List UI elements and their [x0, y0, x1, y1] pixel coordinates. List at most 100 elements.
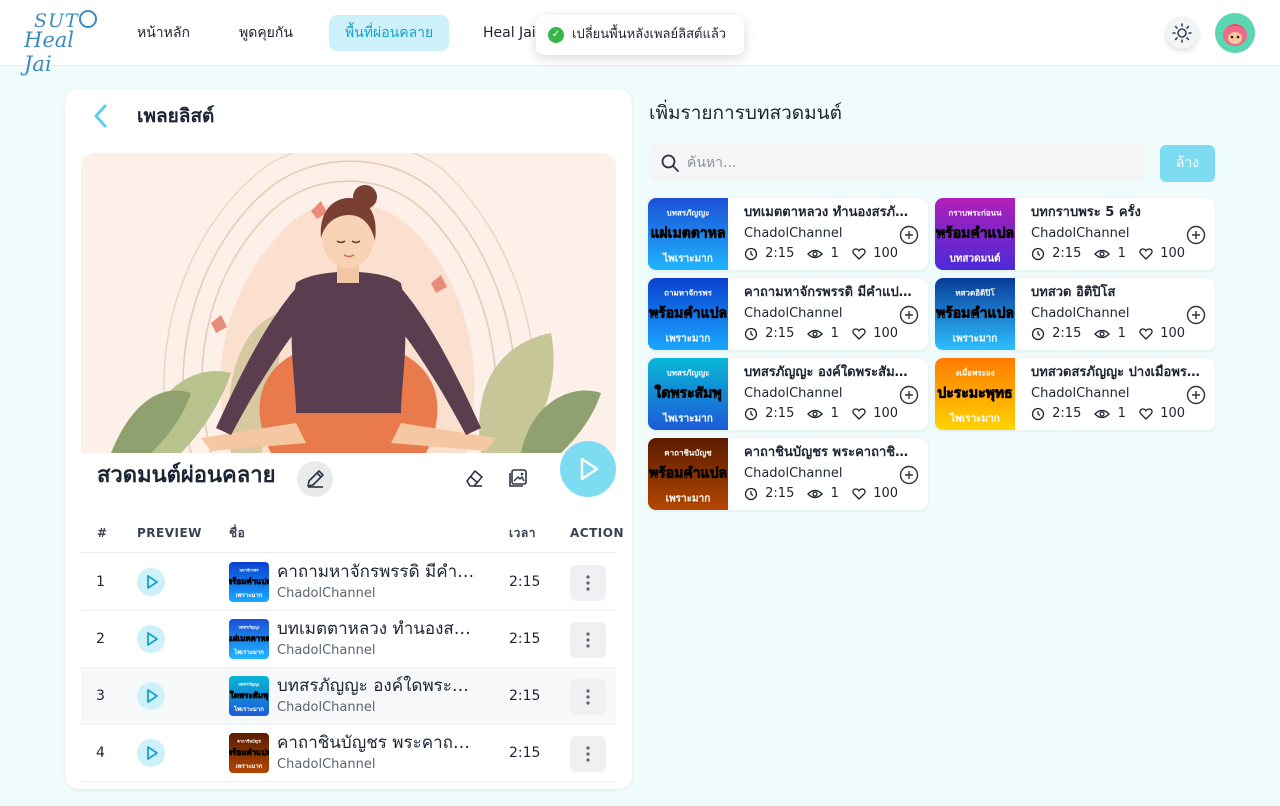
like-count: 100 — [873, 406, 899, 421]
add-to-playlist-icon[interactable] — [1186, 225, 1206, 245]
chant-card[interactable]: ถามหาจักรพร (พร้อมคำแปล) เพราะมาก คาถามห… — [648, 278, 928, 350]
chant-channel: ChadolChannel — [1031, 226, 1130, 241]
thumbnail-caption: เพราะมาก — [236, 592, 263, 599]
col-action: ACTION — [570, 526, 624, 540]
like-count: 100 — [873, 246, 899, 261]
thumbnail-caption: เพราะมาก — [666, 493, 711, 504]
view-count: 1 — [830, 406, 839, 421]
row-number: 1 — [96, 574, 105, 590]
more-vertical-icon — [586, 689, 590, 705]
avatar-character-icon — [1215, 13, 1255, 53]
thumbnail-caption: ไพเราะมาก — [233, 705, 264, 713]
table-row[interactable]: 2 บทสรภัญญะ แผ่เมตตาหล ไพเราะมาก บทเมตตา… — [81, 611, 616, 668]
thumbnail-caption: ทสวดอิติปิโ — [955, 287, 995, 297]
thumbnail-caption: แผ่เมตตาหล — [229, 634, 269, 643]
more-vertical-icon — [586, 632, 590, 648]
success-toast: ✓ เปลี่ยนพื้นหลังเพลย์ลิสต์แล้ว — [536, 15, 744, 55]
edit-name-button[interactable] — [297, 461, 333, 497]
eye-icon — [807, 407, 824, 421]
preview-play-button[interactable] — [137, 568, 165, 596]
chant-card[interactable]: ทสวดอิติปิโ (พร้อมคำแปล) เพราะมาก บทสวด … — [935, 278, 1215, 350]
chant-stats: 2:15 1 100 — [1031, 405, 1185, 424]
chant-duration: 2:15 — [765, 326, 795, 341]
add-to-playlist-icon[interactable] — [899, 385, 919, 405]
add-to-playlist-icon[interactable] — [899, 465, 919, 485]
row-number: 3 — [96, 688, 105, 704]
check-circle-icon: ✓ — [548, 27, 564, 43]
sut-heal-jai-logo[interactable]: SUT Heal Jai — [24, 8, 100, 76]
theme-toggle-button[interactable] — [1166, 17, 1198, 49]
chant-channel: ChadolChannel — [1031, 306, 1130, 321]
table-row[interactable]: 1 มหาจักรพร (พร้อมคำแปล) เพราะมาก คาถามห… — [81, 554, 616, 611]
add-chants-title: เพิ่มรายการบทสวดมนต์ — [649, 102, 842, 124]
chant-duration: 2:15 — [509, 688, 541, 704]
user-avatar[interactable] — [1215, 13, 1255, 53]
chant-title: บทสรภัญญะ องค์ใดพระสัมพุทธ — [744, 365, 916, 380]
chant-channel: ChadolChannel — [277, 757, 376, 772]
chant-card[interactable]: คาถาชินบัญช (พร้อมคำแปล) เพราะมาก คาถาชิ… — [648, 438, 928, 510]
thumbnail-caption: (พร้อมคำแปล) — [229, 747, 269, 757]
table-row[interactable]: 4 คาถาชินบัญช (พร้อมคำแปล) เพราะมาก คาถา… — [81, 725, 616, 782]
eraser-icon[interactable] — [463, 467, 485, 489]
chant-stats: 2:15 1 100 — [744, 245, 898, 264]
nav-home[interactable]: หน้าหลัก — [121, 15, 206, 51]
sun-icon — [1172, 23, 1192, 43]
thumbnail-caption: ไพเราะมาก — [949, 411, 1000, 424]
preview-play-button[interactable] — [137, 739, 165, 767]
col-num: # — [97, 526, 108, 540]
playlist-panel: เพลยลิสต์ สวดมนต์ผ่อนคลาย # PREVIEW ชื่อ… — [65, 89, 632, 789]
chant-card[interactable]: บทสรภัญญะ ใดพระสัมพุ ไพเราะมาก บทสรภัญญะ… — [648, 358, 928, 430]
chant-thumbnail: บทสรภัญญะ แผ่เมตตาหล ไพเราะมาก — [229, 619, 269, 659]
back-chevron-icon[interactable] — [89, 103, 113, 129]
clock-icon — [744, 407, 758, 421]
chant-thumbnail: ทสวดอิติปิโ (พร้อมคำแปล) เพราะมาก — [935, 278, 1015, 350]
clock-icon — [744, 247, 758, 261]
add-to-playlist-icon[interactable] — [899, 225, 919, 245]
row-actions-button[interactable] — [570, 736, 606, 772]
preview-play-button[interactable] — [137, 625, 165, 653]
panel-title: เพลยลิสต์ — [137, 105, 215, 127]
thumbnail-caption: ใดพระสัมพุ — [654, 384, 721, 402]
thumbnail-caption: ไพเราะมาก — [662, 411, 713, 424]
chant-duration: 2:15 — [1052, 326, 1082, 341]
chant-channel: ChadolChannel — [744, 226, 843, 241]
chant-stats: 2:15 1 100 — [744, 405, 898, 424]
chant-title: บทกราบพระ 5 ครั้ง — [1031, 205, 1141, 220]
add-to-playlist-icon[interactable] — [1186, 385, 1206, 405]
thumbnail-caption: เพราะมาก — [666, 333, 711, 344]
thumbnail-caption: (พร้อมคำแปล) — [935, 226, 1015, 242]
view-count: 1 — [1117, 326, 1126, 341]
eye-icon — [807, 247, 824, 261]
row-actions-button[interactable] — [570, 622, 606, 658]
row-number: 4 — [96, 745, 105, 761]
change-background-image-icon[interactable] — [507, 467, 529, 489]
search-input[interactable] — [687, 144, 1127, 182]
clear-button[interactable]: ล้าง — [1160, 145, 1215, 182]
chant-thumbnail: มหาจักรพร (พร้อมคำแปล) เพราะมาก — [229, 562, 269, 602]
chant-stats: 2:15 1 100 — [744, 485, 898, 504]
preview-play-button[interactable] — [137, 682, 165, 710]
view-count: 1 — [1117, 406, 1126, 421]
chant-title: คาถาชินบัญชร พระคาถาชินบัญชร — [277, 733, 477, 753]
chant-duration: 2:15 — [1052, 246, 1082, 261]
play-playlist-button[interactable] — [560, 441, 616, 497]
row-actions-button[interactable] — [570, 679, 606, 715]
add-to-playlist-icon[interactable] — [1186, 305, 1206, 325]
chant-channel: ChadolChannel — [277, 586, 376, 601]
col-time: เวลา — [509, 526, 536, 540]
view-count: 1 — [830, 326, 839, 341]
chant-title: บทสวด อิติปิโส — [1031, 285, 1116, 300]
like-count: 100 — [1160, 246, 1186, 261]
chant-card[interactable]: งเมื่อพระอง ปะระมะพุทธ ไพเราะมาก บทสวดสร… — [935, 358, 1215, 430]
logo-smile-icon — [79, 10, 97, 28]
chant-channel: ChadolChannel — [1031, 386, 1130, 401]
chant-duration: 2:15 — [509, 574, 541, 590]
table-row[interactable]: 3 บทสรภัญญะ ใดพระสัมพุ ไพเราะมาก บทสรภัญ… — [81, 668, 616, 725]
chant-card[interactable]: บทสรภัญญะ แผ่เมตตาหล ไพเราะมาก บทเมตตาหล… — [648, 198, 928, 270]
add-to-playlist-icon[interactable] — [899, 305, 919, 325]
chant-channel: ChadolChannel — [744, 386, 843, 401]
row-actions-button[interactable] — [570, 565, 606, 601]
nav-talk[interactable]: พูดคุยกัน — [223, 15, 309, 51]
nav-relax-space[interactable]: พื้นที่ผ่อนคลาย — [329, 15, 450, 51]
chant-card[interactable]: กราบพระก่อนน (พร้อมคำแปล) บทสวดมนต์ บทกร… — [935, 198, 1215, 270]
